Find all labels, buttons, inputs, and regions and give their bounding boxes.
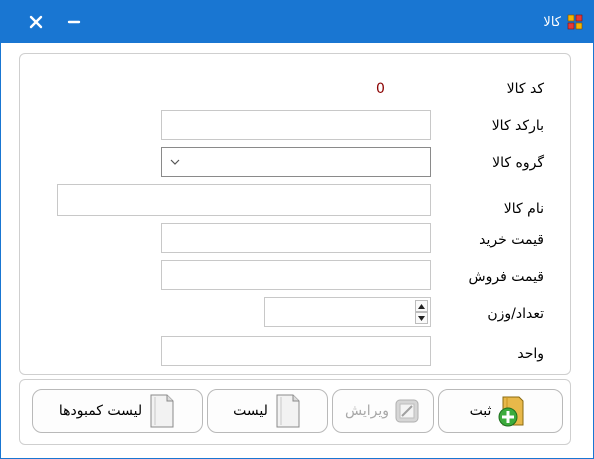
minimize-icon (67, 20, 81, 24)
count-label: تعداد/وزن (487, 306, 544, 322)
product-window: کالا کد کالا 0 بارکد کالا گروه کالا نام … (0, 0, 594, 459)
window-title: کالا (543, 14, 561, 30)
barcode-input[interactable] (161, 110, 431, 140)
shortage-list-button[interactable]: لیست کمبودها (32, 389, 203, 433)
app-icon (567, 14, 583, 30)
close-button[interactable] (23, 9, 49, 35)
product-form-group: کد کالا 0 بارکد کالا گروه کالا نام کالا … (19, 53, 571, 375)
arrow-up-icon (418, 303, 425, 309)
list-button[interactable]: لیست (207, 389, 328, 433)
sell-price-label: قیمت فروش (468, 269, 544, 285)
document-icon (276, 394, 300, 428)
list-label: لیست (233, 403, 268, 419)
code-label: کد کالا (506, 81, 544, 97)
name-label: نام کالا (503, 201, 544, 217)
spin-up-button[interactable] (415, 300, 428, 312)
barcode-label: بارکد کالا (491, 118, 544, 134)
spin-down-button[interactable] (415, 312, 428, 324)
sell-price-input[interactable] (161, 260, 431, 290)
close-icon (29, 15, 43, 29)
arrow-down-icon (418, 315, 425, 321)
edit-icon (395, 399, 419, 423)
window-title-area: کالا (543, 12, 583, 32)
name-input[interactable] (57, 184, 431, 216)
shortage-list-label: لیست کمبودها (58, 403, 143, 419)
submit-label: ثبت (469, 403, 492, 419)
edit-label: ویرایش (344, 403, 390, 419)
document-icon (150, 394, 174, 428)
add-folder-icon (498, 396, 524, 427)
unit-input[interactable] (161, 336, 431, 366)
buy-price-label: قیمت خرید (479, 232, 544, 248)
count-spinner (415, 300, 428, 324)
title-bar: کالا (1, 1, 593, 43)
edit-button[interactable]: ویرایش (332, 389, 434, 433)
group-select[interactable] (161, 147, 431, 177)
chevron-down-icon (170, 159, 180, 165)
buy-price-input[interactable] (161, 223, 431, 253)
count-stepper[interactable] (264, 297, 431, 327)
code-value: 0 (376, 81, 385, 97)
unit-label: واحد (517, 346, 544, 362)
minimize-button[interactable] (61, 9, 87, 35)
group-label: گروه کالا (492, 155, 544, 171)
action-bar: ثبت ویرایش لیست لیست کمبودها (19, 379, 571, 445)
submit-button[interactable]: ثبت (438, 389, 563, 433)
